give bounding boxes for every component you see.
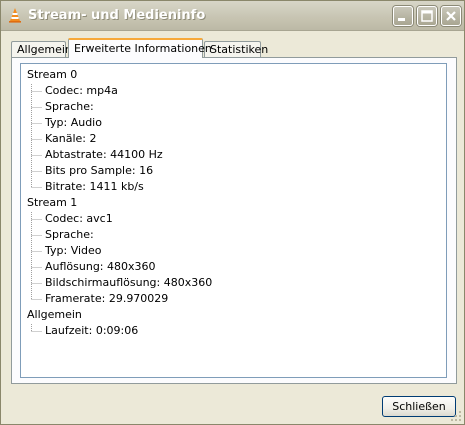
tree-node-property[interactable]: Abtastrate: 44100 Hz [45,148,163,162]
tree-node-property[interactable]: Framerate: 29.970029 [45,292,168,306]
tab-panel: Stream 0 Codec: mp4a Sprache: Typ: Audio Kan… [11,57,457,384]
tree-node-property[interactable]: Bildschirmauflösung: 480x360 [45,276,212,290]
tab-allgemein[interactable]: Allgemein [11,41,72,57]
tree-node-property[interactable]: Kanäle: 2 [45,132,97,146]
vlc-cone-icon [9,8,21,23]
tree-node-group[interactable]: Stream 0 [27,68,77,82]
close-button[interactable]: Schließen [382,396,456,417]
resize-grip-icon[interactable] [450,410,462,422]
tree-node-property[interactable]: Sprache: [45,100,94,114]
close-window-button[interactable] [441,6,461,26]
tree-node-property[interactable]: Codec: avc1 [45,212,113,226]
minimize-icon [398,18,405,21]
minimize-button[interactable] [393,6,413,26]
stream-info-dialog: Stream- und Medieninfo Allgemein Erweite… [0,0,465,425]
maximize-icon [421,10,433,22]
maximize-button[interactable] [417,6,437,26]
tree-node-property[interactable]: Bitrate: 1411 kb/s [45,180,144,194]
tree-node-property[interactable]: Bits pro Sample: 16 [45,164,153,178]
tab-erweiterte-informationen[interactable]: Erweiterte Informationen [68,38,212,58]
close-icon [446,11,456,21]
info-tree[interactable]: Stream 0 Codec: mp4a Sprache: Typ: Audio Kan… [20,63,447,378]
title-bar[interactable]: Stream- und Medieninfo [1,1,464,31]
tree-node-property[interactable]: Codec: mp4a [45,84,118,98]
tree-node-property[interactable]: Sprache: [45,228,94,242]
tree-node-group[interactable]: Stream 1 [27,196,77,210]
tree-node-group[interactable]: Allgemein [27,308,82,322]
tree-node-property[interactable]: Laufzeit: 0:09:06 [45,324,138,338]
window-title: Stream- und Medieninfo [28,8,206,23]
tree-node-property[interactable]: Typ: Audio [45,116,102,130]
tab-statistiken[interactable]: Statistiken [204,41,268,57]
tree-node-property[interactable]: Auflösung: 480x360 [45,260,156,274]
tree-node-property[interactable]: Typ: Video [45,244,102,258]
